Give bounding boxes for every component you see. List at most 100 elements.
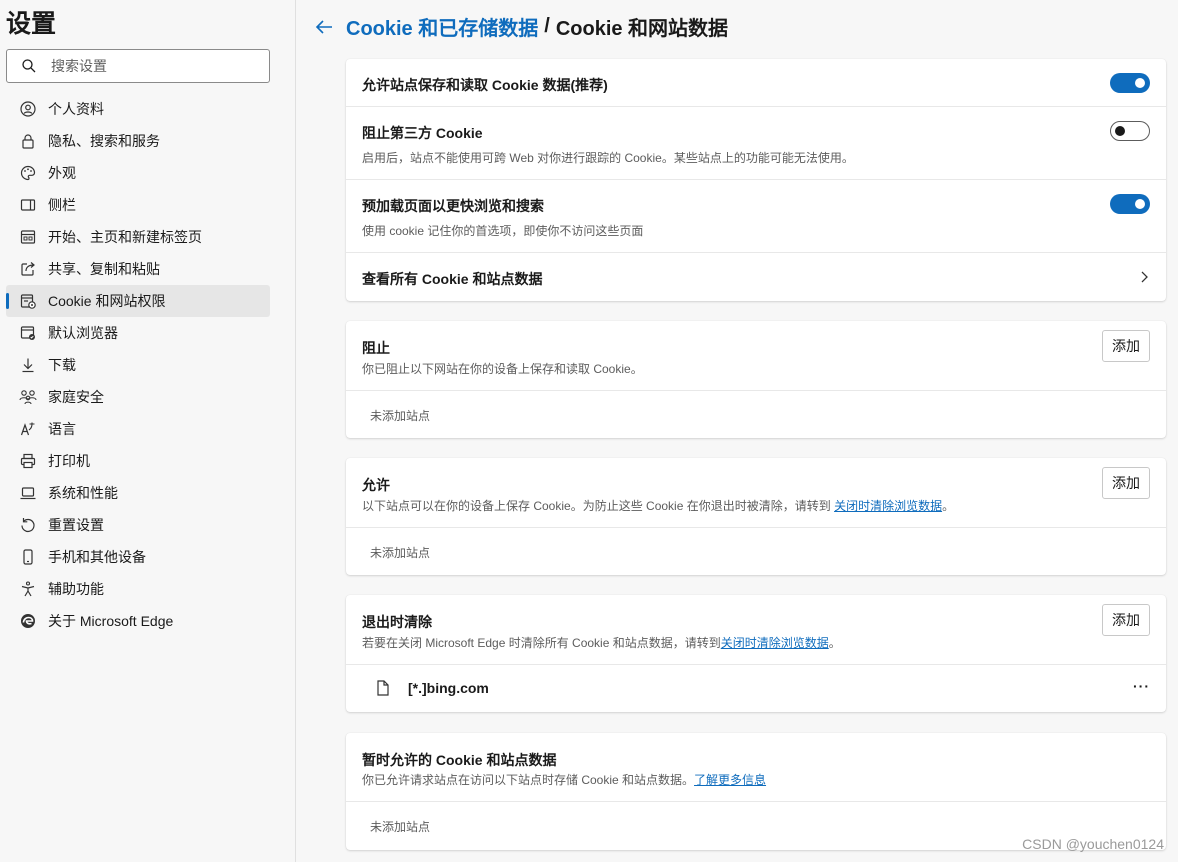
chevron-right-icon xyxy=(1141,271,1148,283)
sidebar-item-system[interactable]: 系统和性能 xyxy=(6,477,270,509)
sidebar-item-label: 语言 xyxy=(48,421,76,437)
search-icon xyxy=(22,59,36,73)
allow-card: 允许 以下站点可以在你的设备上保存 Cookie。为防止这些 Cookie 在你… xyxy=(346,458,1166,575)
sidebar-icon xyxy=(19,196,37,214)
clear-link[interactable]: 关闭时清除浏览数据 xyxy=(721,636,829,650)
reset-icon xyxy=(19,516,37,534)
printer-icon xyxy=(19,452,37,470)
browser-icon xyxy=(19,324,37,342)
sidebar-item-accessibility[interactable]: 辅助功能 xyxy=(6,573,270,605)
sidebar-item-sidebar[interactable]: 侧栏 xyxy=(6,189,270,221)
general-cookie-card: 允许站点保存和读取 Cookie 数据(推荐) 阻止第三方 Cookie 启用后… xyxy=(346,59,1166,301)
watermark: CSDN @youchen0124 xyxy=(1022,836,1164,852)
block-empty-text: 未添加站点 xyxy=(370,409,431,423)
family-icon xyxy=(19,388,37,406)
block-third-party-title: 阻止第三方 Cookie xyxy=(362,125,483,141)
allow-clear-link[interactable]: 关闭时清除浏览数据 xyxy=(834,499,942,513)
sidebar-item-appearance[interactable]: 外观 xyxy=(6,157,270,189)
block-third-party-toggle[interactable] xyxy=(1110,121,1150,141)
back-arrow-icon[interactable] xyxy=(314,17,334,37)
clear-add-button[interactable]: 添加 xyxy=(1102,604,1150,636)
sidebar-item-start-home[interactable]: 开始、主页和新建标签页 xyxy=(6,221,270,253)
profile-icon xyxy=(19,100,37,118)
clear-desc-text: 若要在关闭 Microsoft Edge 时清除所有 Cookie 和站点数据，… xyxy=(362,636,721,650)
sidebar-item-default-browser[interactable]: 默认浏览器 xyxy=(6,317,270,349)
settings-nav: 个人资料 隐私、搜索和服务 外观 侧栏 开始、主页和新建标签页 共享、复制和粘贴… xyxy=(6,93,270,637)
sidebar-item-label: 家庭安全 xyxy=(48,389,104,405)
settings-sidebar: 设置 个人资料 隐私、搜索和服务 外观 侧栏 开始、主页和新建标签页 共享、复制… xyxy=(0,0,296,862)
allow-desc: 以下站点可以在你的设备上保存 Cookie。为防止这些 Cookie 在你退出时… xyxy=(362,497,954,514)
clear-desc: 若要在关闭 Microsoft Edge 时清除所有 Cookie 和站点数据，… xyxy=(362,634,841,651)
main-content: Cookie 和已存储数据 / Cookie 和网站数据 允许站点保存和读取 C… xyxy=(296,0,1178,862)
preload-title: 预加载页面以更快浏览和搜索 xyxy=(362,198,544,214)
sidebar-item-label: Cookie 和网站权限 xyxy=(48,293,166,309)
sidebar-item-phone[interactable]: 手机和其他设备 xyxy=(6,541,270,573)
preload-toggle[interactable] xyxy=(1110,194,1150,214)
clear-title: 退出时清除 xyxy=(362,614,432,630)
learn-more-link[interactable]: 了解更多信息 xyxy=(694,773,766,787)
see-all-cookies-row[interactable]: 查看所有 Cookie 和站点数据 xyxy=(346,253,1166,301)
temp-desc: 你已允许请求站点在访问以下站点时存储 Cookie 和站点数据。了解更多信息 xyxy=(362,771,766,788)
temp-desc-text: 你已允许请求站点在访问以下站点时存储 Cookie 和站点数据。 xyxy=(362,773,695,787)
cookie-site-icon xyxy=(19,292,37,310)
allow-desc-end: 。 xyxy=(942,499,955,513)
clear-header-row: 退出时清除 若要在关闭 Microsoft Edge 时清除所有 Cookie … xyxy=(346,595,1166,665)
edge-icon xyxy=(19,612,37,630)
sidebar-item-label: 隐私、搜索和服务 xyxy=(48,133,160,149)
sidebar-item-profile[interactable]: 个人资料 xyxy=(6,93,270,125)
allow-cookies-toggle[interactable] xyxy=(1110,73,1150,93)
sidebar-item-downloads[interactable]: 下载 xyxy=(6,349,270,381)
block-title: 阻止 xyxy=(362,340,390,356)
allow-title: 允许 xyxy=(362,477,390,493)
sidebar-item-label: 开始、主页和新建标签页 xyxy=(48,229,202,245)
site-name: [*.]bing.com xyxy=(408,680,489,696)
search-input[interactable] xyxy=(51,58,251,74)
block-third-party-row: 阻止第三方 Cookie 启用后，站点不能使用可跨 Web 对你进行跟踪的 Co… xyxy=(346,107,1166,180)
sidebar-item-share[interactable]: 共享、复制和粘贴 xyxy=(6,253,270,285)
sidebar-item-languages[interactable]: 语言 xyxy=(6,413,270,445)
temp-allowed-card: 暂时允许的 Cookie 和站点数据 你已允许请求站点在访问以下站点时存储 Co… xyxy=(346,733,1166,850)
lock-icon xyxy=(19,132,37,150)
phone-icon xyxy=(19,548,37,566)
sidebar-item-label: 下载 xyxy=(48,357,76,373)
block-desc: 你已阻止以下网站在你的设备上保存和读取 Cookie。 xyxy=(362,362,643,376)
sidebar-item-label: 共享、复制和粘贴 xyxy=(48,261,160,277)
temp-header-row: 暂时允许的 Cookie 和站点数据 你已允许请求站点在访问以下站点时存储 Co… xyxy=(346,733,1166,802)
sidebar-item-privacy[interactable]: 隐私、搜索和服务 xyxy=(6,125,270,157)
block-add-button[interactable]: 添加 xyxy=(1102,330,1150,362)
sidebar-item-cookies[interactable]: Cookie 和网站权限 xyxy=(6,285,270,317)
search-box[interactable] xyxy=(6,49,270,83)
sidebar-item-family[interactable]: 家庭安全 xyxy=(6,381,270,413)
temp-empty-text: 未添加站点 xyxy=(370,820,431,834)
more-options-button[interactable]: ··· xyxy=(1133,678,1150,694)
sidebar-item-about[interactable]: 关于 Microsoft Edge xyxy=(6,605,270,637)
share-icon xyxy=(19,260,37,278)
clear-desc-end: 。 xyxy=(828,636,841,650)
block-third-party-desc: 启用后，站点不能使用可跨 Web 对你进行跟踪的 Cookie。某些站点上的功能… xyxy=(362,151,854,165)
allow-cookies-title: 允许站点保存和读取 Cookie 数据(推荐) xyxy=(362,77,608,93)
sidebar-item-label: 手机和其他设备 xyxy=(48,549,146,565)
allow-empty-text: 未添加站点 xyxy=(370,546,431,560)
temp-title: 暂时允许的 Cookie 和站点数据 xyxy=(362,752,557,768)
sidebar-item-label: 辅助功能 xyxy=(48,581,104,597)
see-all-cookies-title: 查看所有 Cookie 和站点数据 xyxy=(362,271,543,287)
preload-row: 预加载页面以更快浏览和搜索 使用 cookie 记住你的首选项，即使你不访问这些… xyxy=(346,180,1166,253)
breadcrumb: Cookie 和已存储数据 / Cookie 和网站数据 xyxy=(314,12,728,41)
allow-add-button[interactable]: 添加 xyxy=(1102,467,1150,499)
sidebar-item-label: 个人资料 xyxy=(48,101,104,117)
sidebar-item-label: 侧栏 xyxy=(48,197,76,213)
sidebar-item-label: 默认浏览器 xyxy=(48,325,118,341)
block-card: 阻止 你已阻止以下网站在你的设备上保存和读取 Cookie。 添加 未添加站点 xyxy=(346,321,1166,438)
breadcrumb-parent-link[interactable]: Cookie 和已存储数据 xyxy=(346,12,538,41)
sidebar-title: 设置 xyxy=(6,10,57,38)
sidebar-item-label: 打印机 xyxy=(48,453,90,469)
laptop-icon xyxy=(19,484,37,502)
sidebar-item-reset[interactable]: 重置设置 xyxy=(6,509,270,541)
sidebar-item-printers[interactable]: 打印机 xyxy=(6,445,270,477)
breadcrumb-separator: / xyxy=(544,15,550,37)
page-title: Cookie 和网站数据 xyxy=(555,18,729,40)
block-empty-row: 未添加站点 xyxy=(346,391,1166,438)
sidebar-item-label: 系统和性能 xyxy=(48,485,118,501)
allow-empty-row: 未添加站点 xyxy=(346,528,1166,575)
allow-cookies-row: 允许站点保存和读取 Cookie 数据(推荐) xyxy=(346,59,1166,107)
